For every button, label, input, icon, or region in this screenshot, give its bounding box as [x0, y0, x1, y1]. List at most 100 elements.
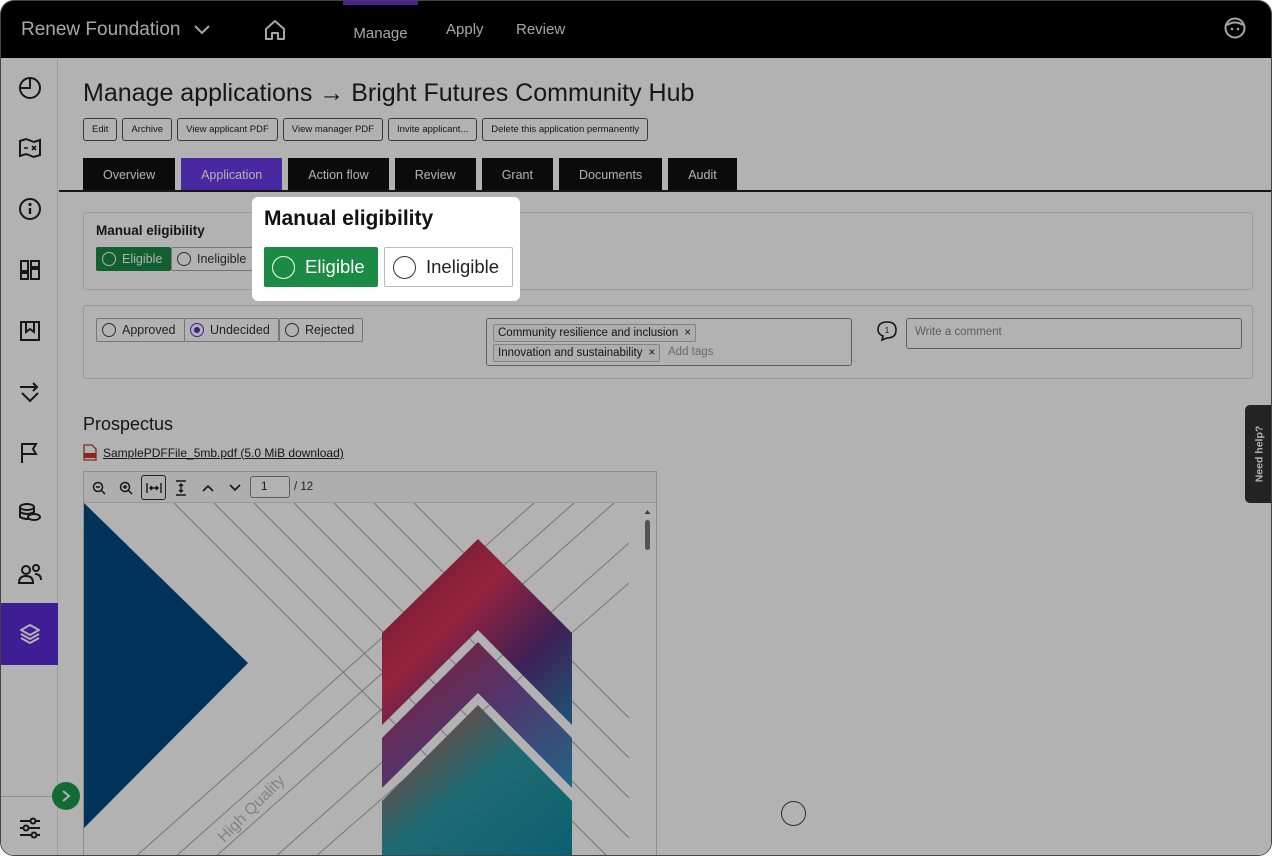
tags-input[interactable]: Community resilience and inclusion × Inno… — [486, 318, 852, 366]
tab-review[interactable]: Review — [394, 158, 476, 191]
nav-manage[interactable]: Manage — [343, 1, 418, 58]
pdf-page-graphic: High Quality — [84, 503, 629, 855]
layers-icon[interactable] — [1, 614, 58, 654]
tab-grant[interactable]: Grant — [481, 158, 553, 191]
fit-height-icon[interactable] — [171, 478, 191, 498]
zoom-out-icon[interactable] — [89, 478, 109, 498]
eligible-radio[interactable]: Eligible — [96, 247, 172, 271]
tab-underline — [59, 190, 1271, 192]
pdf-filename: SamplePDFFile_5mb.pdf (5.0 MiB download) — [103, 445, 344, 460]
radio-selected-icon — [190, 323, 204, 337]
profile-icon[interactable] — [1223, 16, 1247, 45]
tab-audit[interactable]: Audit — [668, 158, 737, 191]
pdf-watermark: High Quality — [215, 772, 289, 846]
tab-action-flow[interactable]: Action flow — [288, 158, 389, 191]
eligibility-spotlight: Manual eligibility Eligible Ineligible — [252, 197, 520, 301]
comment-count: 1 — [885, 326, 890, 335]
tab-application[interactable]: Application — [181, 158, 283, 191]
app-frame: Renew Foundation Manage Apply Review Man… — [0, 0, 1272, 856]
org-switcher[interactable]: Renew Foundation — [21, 19, 211, 41]
tag-label: Innovation and sustainability — [498, 347, 643, 359]
archive-button[interactable]: Archive — [122, 118, 173, 141]
approved-radio[interactable]: Approved — [96, 318, 185, 342]
previous-page-icon[interactable] — [198, 478, 218, 498]
prospectus-heading: Prospectus — [83, 414, 174, 434]
fit-width-icon[interactable] — [141, 475, 166, 500]
ineligible-radio[interactable]: Ineligible — [171, 247, 256, 271]
pdf-viewer: 1 / 12 High Quality — [83, 471, 657, 855]
delete-application-button[interactable]: Delete this application permanently — [482, 118, 649, 141]
bookmark-icon[interactable] — [1, 311, 58, 351]
map-icon[interactable] — [1, 128, 58, 168]
tab-overview[interactable]: Overview — [83, 158, 176, 191]
org-name: Renew Foundation — [21, 19, 181, 40]
main-content: Manage applications → Bright Futures Com… — [59, 58, 1271, 855]
users-icon[interactable] — [1, 554, 58, 594]
page-total: / 12 — [294, 481, 314, 493]
rejected-radio[interactable]: Rejected — [279, 318, 364, 342]
edit-button[interactable]: Edit — [83, 118, 118, 141]
pdf-file-icon — [83, 444, 97, 461]
invite-applicant-button[interactable]: Invite applicant... — [388, 118, 478, 141]
eligible-label: Eligible — [122, 252, 163, 266]
pdf-scrollbar[interactable] — [644, 508, 651, 848]
radio-circle-icon — [177, 252, 191, 266]
undecided-radio[interactable]: Undecided — [184, 318, 279, 342]
top-bar: Renew Foundation Manage Apply Review — [1, 1, 1271, 58]
pdf-toolbar: 1 / 12 — [84, 472, 656, 503]
info-icon[interactable] — [1, 189, 58, 229]
radio-circle-icon — [102, 252, 116, 266]
need-help-button[interactable]: Need help? — [1245, 405, 1271, 503]
workflow-icon[interactable] — [1, 372, 58, 412]
pdf-download-link[interactable]: SamplePDFFile_5mb.pdf (5.0 MiB download) — [83, 444, 344, 461]
grid-icon[interactable] — [1, 250, 58, 290]
approved-label: Approved — [122, 323, 176, 337]
spotlight-eligible-label: Eligible — [305, 256, 365, 277]
spotlight-ineligible-label: Ineligible — [426, 256, 500, 277]
add-tags-placeholder[interactable]: Add tags — [668, 346, 713, 358]
view-manager-pdf-button[interactable]: View manager PDF — [282, 118, 383, 141]
action-bar: Edit Archive View applicant PDF View man… — [83, 118, 649, 141]
comment-icon[interactable]: 1 — [876, 320, 898, 347]
view-applicant-pdf-button[interactable]: View applicant PDF — [177, 118, 278, 141]
page-number-input[interactable]: 1 — [250, 476, 290, 498]
spotlight-eligible-radio[interactable]: Eligible — [264, 247, 378, 287]
tab-documents[interactable]: Documents — [558, 158, 663, 191]
next-page-icon[interactable] — [225, 478, 245, 498]
flag-icon[interactable] — [1, 433, 58, 473]
tag-label: Community resilience and inclusion — [498, 327, 679, 339]
mouse-cursor — [781, 801, 806, 826]
need-help-label: Need help? — [1253, 425, 1265, 483]
radio-circle-icon — [272, 255, 295, 279]
expand-sidebar-button[interactable] — [52, 782, 80, 810]
sidebar — [1, 58, 58, 855]
radio-circle-icon — [393, 255, 416, 279]
radio-circle-icon — [102, 323, 116, 337]
tag-chip: Innovation and sustainability × — [493, 344, 661, 362]
chevron-right-icon — [62, 790, 71, 802]
page-title: Manage applications → Bright Futures Com… — [83, 79, 695, 107]
sidebar-divider — [1, 796, 58, 797]
spotlight-title: Manual eligibility — [264, 207, 434, 230]
review-status-panel: Approved Undecided Rejected Community re… — [83, 305, 1253, 379]
radio-circle-icon — [285, 323, 299, 337]
pdf-page: High Quality — [84, 503, 629, 855]
rejected-label: Rejected — [305, 323, 355, 337]
coins-icon[interactable] — [1, 493, 58, 533]
sliders-icon[interactable] — [1, 808, 58, 848]
chevron-down-icon — [193, 25, 210, 35]
remove-tag-icon[interactable]: × — [684, 327, 691, 339]
dashboard-icon[interactable] — [1, 68, 58, 108]
nav-apply[interactable]: Apply — [446, 21, 484, 38]
zoom-in-icon[interactable] — [116, 478, 136, 498]
tag-chip: Community resilience and inclusion × — [493, 324, 696, 342]
eligibility-label: Manual eligibility — [96, 223, 205, 238]
ineligible-label: Ineligible — [197, 252, 247, 266]
home-icon[interactable] — [263, 18, 287, 47]
spotlight-ineligible-radio[interactable]: Ineligible — [384, 247, 513, 287]
nav-review[interactable]: Review — [516, 21, 565, 38]
undecided-label: Undecided — [210, 323, 270, 337]
tab-bar: Overview Application Action flow Review … — [83, 158, 737, 191]
remove-tag-icon[interactable]: × — [649, 347, 656, 359]
comment-input[interactable]: Write a comment — [906, 318, 1242, 349]
